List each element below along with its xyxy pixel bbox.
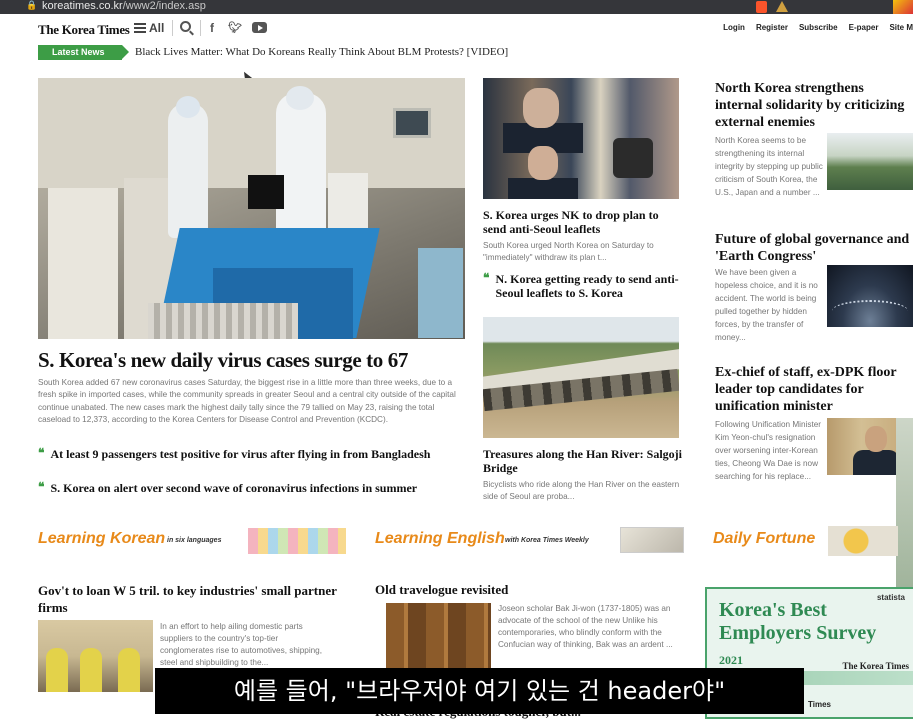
right-story2-headline[interactable]: Future of global governance and 'Earth C… (715, 231, 913, 265)
hamburger-icon (134, 23, 146, 33)
lock-icon: 🔒 (26, 1, 38, 11)
related-story-headline: S. Korea on alert over second wave of co… (50, 481, 418, 495)
brave-shield-icon[interactable] (756, 1, 767, 13)
related-story[interactable]: ❝ N. Korea getting ready to send anti-Se… (483, 271, 683, 301)
ad-title-line1: Korea's Best (719, 599, 827, 621)
bottom-middle-headline[interactable]: Old travelogue revisited (375, 582, 695, 598)
rewards-icon[interactable] (776, 1, 788, 12)
center-story2-summary: Bicyclists who ride along the Han River … (483, 480, 680, 502)
related-story-headline: N. Korea getting ready to send anti-Seou… (495, 272, 679, 300)
url-host: koreatimes.co.kr (42, 0, 123, 12)
bullet-icon: ❝ (38, 446, 45, 460)
side-panel-edge (896, 418, 913, 593)
main-story-headline[interactable]: S. Korea's new daily virus cases surge t… (38, 348, 468, 373)
search-icon[interactable] (180, 21, 191, 32)
books-illustration (248, 528, 346, 554)
right-story1-summary: North Korea seems to be strengthening it… (715, 136, 823, 197)
bottom-left-headline[interactable]: Gov't to loan W 5 tril. to key industrie… (38, 582, 348, 616)
subscribe-link[interactable]: Subscribe (799, 23, 838, 32)
url-path: /www2/index.asp (122, 0, 206, 12)
right-story1-headline[interactable]: North Korea strengthens internal solidar… (715, 80, 913, 131)
main-story-summary: South Korea added 67 new coronavirus cas… (38, 378, 456, 425)
video-subtitle: 예를 들어, "브라우저야 여기 있는 건 header야" (155, 668, 804, 714)
nk-leaflets-photo[interactable] (483, 78, 679, 199)
center-story2-headline[interactable]: Treasures along the Han River: Salgoji B… (483, 447, 683, 475)
ad-title-line2: Employers Survey (719, 622, 877, 644)
site-header: The Korea Times All f 🐦︎ Login Register … (0, 14, 913, 44)
fortune-illustration (828, 526, 898, 556)
bottom-left-photo[interactable] (38, 620, 153, 692)
epaper-link[interactable]: E-paper (849, 23, 879, 32)
bullet-icon: ❝ (483, 271, 490, 285)
bottom-middle-summary: Joseon scholar Bak Ji-won (1737-1805) wa… (498, 604, 673, 649)
facebook-icon[interactable]: f (210, 21, 214, 35)
site-logo[interactable]: The Korea Times (38, 22, 130, 38)
center-story1-headline[interactable]: S. Korea urges NK to drop plan to send a… (483, 208, 683, 236)
extension-icon[interactable] (893, 0, 913, 14)
right-peek-text: Times (808, 700, 831, 709)
latest-news-headline[interactable]: Black Lives Matter: What Do Koreans Real… (135, 46, 508, 58)
browser-address-bar[interactable]: 🔒 koreatimes.co.kr/www2/index.asp (0, 0, 913, 14)
learning-korean-subtitle: in six languages (167, 537, 222, 544)
login-link[interactable]: Login (723, 23, 745, 32)
youtube-icon[interactable] (252, 22, 267, 33)
all-menu-label: All (149, 21, 165, 35)
center-story1-summary: South Korea urged North Korea on Saturda… (483, 241, 654, 263)
right-story2-photo[interactable] (827, 265, 913, 327)
related-story-headline: At least 9 passengers test positive for … (50, 447, 431, 461)
latest-news-badge: Latest News (38, 45, 129, 60)
related-story[interactable]: ❝ S. Korea on alert over second wave of … (38, 480, 438, 496)
all-menu-button[interactable]: All (134, 20, 164, 36)
bottom-left-summary: In an effort to help ailing domestic par… (160, 622, 323, 667)
register-link[interactable]: Register (756, 23, 788, 32)
header-links: Login Register Subscribe E-paper Site M (723, 23, 913, 32)
sitemap-link[interactable]: Site M (889, 23, 913, 32)
right-story2-summary: We have been given a hopeless choice, an… (715, 268, 818, 342)
header-divider (200, 20, 201, 36)
right-story3-headline[interactable]: Ex-chief of staff, ex-DPK floor leader t… (715, 364, 913, 415)
learning-korean-title: Learning Korean (38, 530, 166, 547)
ad-partner-logo: The Korea Times (842, 661, 909, 671)
han-river-photo[interactable] (483, 317, 679, 438)
twitter-icon[interactable]: 🐦︎ (228, 21, 242, 34)
right-story3-summary: Following Unification Minister Kim Yeon-… (715, 420, 822, 481)
header-divider (172, 20, 173, 36)
statista-logo: statista (876, 593, 905, 602)
ad-year: 2021 (719, 653, 743, 667)
bottom-middle-photo[interactable] (386, 603, 491, 675)
learning-english-subtitle: with Korea Times Weekly (505, 537, 589, 544)
bullet-icon: ❝ (38, 480, 45, 494)
learning-english-title: Learning English (375, 530, 505, 547)
right-story1-photo[interactable] (827, 133, 913, 190)
url-text[interactable]: koreatimes.co.kr/www2/index.asp (42, 0, 206, 12)
main-story-photo[interactable] (38, 78, 465, 339)
weekly-magazine-illustration (620, 527, 684, 553)
related-story[interactable]: ❝ At least 9 passengers test positive fo… (38, 446, 438, 462)
daily-fortune-title: Daily Fortune (713, 530, 816, 547)
